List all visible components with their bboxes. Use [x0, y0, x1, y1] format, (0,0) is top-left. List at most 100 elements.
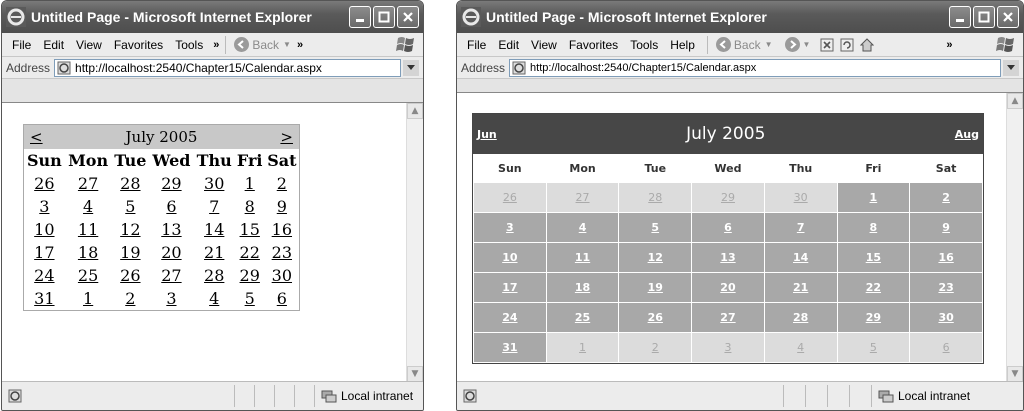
calendar-day-link[interactable]: 1 [65, 287, 112, 310]
calendar-day-link[interactable]: 25 [65, 264, 112, 287]
menu-favorites[interactable]: Favorites [563, 38, 624, 52]
calendar-day-link[interactable]: 21 [764, 273, 837, 302]
calendar-day-link[interactable]: 22 [235, 241, 265, 264]
calendar-day-link[interactable]: 29 [235, 264, 265, 287]
back-dropdown-icon[interactable]: ▼ [283, 40, 291, 49]
calendar-day-link[interactable]: 29 [692, 183, 764, 212]
vertical-scrollbar[interactable]: ▲ ▼ [406, 103, 423, 382]
forward-dropdown-icon[interactable]: ▼ [803, 40, 811, 49]
minimize-button[interactable] [949, 6, 971, 28]
toolbar-overflow-chevron[interactable]: » [946, 39, 952, 51]
calendar-day-link[interactable]: 12 [112, 218, 150, 241]
address-dropdown-button[interactable] [1003, 59, 1019, 76]
close-button[interactable] [397, 6, 419, 28]
calendar-day-link[interactable]: 3 [692, 333, 764, 362]
calendar-day-link[interactable]: 3 [24, 195, 65, 218]
scroll-down-arrow-icon[interactable]: ▼ [1007, 366, 1023, 382]
next-month-link[interactable]: > [280, 128, 293, 146]
calendar-day-link[interactable]: 26 [24, 172, 65, 195]
calendar-day-link[interactable]: 16 [910, 243, 982, 272]
calendar-day-link[interactable]: 25 [546, 303, 619, 332]
title-bar[interactable]: Untitled Page - Microsoft Internet Explo… [2, 1, 423, 33]
calendar-day-link[interactable]: 7 [194, 195, 235, 218]
calendar-day-link[interactable]: 10 [474, 243, 546, 272]
menu-help[interactable]: Help [664, 38, 701, 52]
calendar-day-link[interactable]: 17 [24, 241, 65, 264]
back-dropdown-icon[interactable]: ▼ [765, 40, 773, 49]
calendar-day-link[interactable]: 24 [474, 303, 546, 332]
calendar-day-link[interactable]: 31 [474, 333, 546, 362]
calendar-day-link[interactable]: 11 [546, 243, 619, 272]
calendar-day-link[interactable]: 5 [837, 333, 910, 362]
calendar-day-link[interactable]: 6 [910, 333, 982, 362]
calendar-day-link[interactable]: 27 [65, 172, 112, 195]
menu-edit[interactable]: Edit [37, 38, 70, 52]
calendar-day-link[interactable]: 5 [112, 195, 150, 218]
calendar-day-link[interactable]: 2 [910, 183, 982, 212]
menu-edit[interactable]: Edit [492, 38, 525, 52]
calendar-day-link[interactable]: 17 [474, 273, 546, 302]
calendar-day-link[interactable]: 29 [149, 172, 193, 195]
calendar-day-link[interactable]: 8 [837, 213, 910, 242]
calendar-day-link[interactable]: 21 [194, 241, 235, 264]
calendar-day-link[interactable]: 5 [619, 213, 692, 242]
close-button[interactable] [997, 6, 1019, 28]
menu-file[interactable]: File [461, 38, 492, 52]
calendar-day-link[interactable]: 4 [65, 195, 112, 218]
calendar-day-link[interactable]: 16 [265, 218, 299, 241]
calendar-day-link[interactable]: 9 [265, 195, 299, 218]
prev-month-link[interactable]: Jun [477, 128, 497, 141]
calendar-day-link[interactable]: 12 [619, 243, 692, 272]
calendar-day-link[interactable]: 6 [265, 287, 299, 310]
calendar-day-link[interactable]: 14 [194, 218, 235, 241]
calendar-day-link[interactable]: 26 [619, 303, 692, 332]
back-button[interactable]: Back ▼ [714, 37, 775, 52]
maximize-button[interactable] [373, 6, 395, 28]
scroll-down-arrow-icon[interactable]: ▼ [407, 366, 423, 382]
calendar-day-link[interactable]: 22 [837, 273, 910, 302]
calendar-day-link[interactable]: 28 [619, 183, 692, 212]
calendar-day-link[interactable]: 14 [764, 243, 837, 272]
address-dropdown-button[interactable] [403, 59, 419, 76]
stop-icon[interactable] [820, 38, 834, 52]
calendar-day-link[interactable]: 30 [194, 172, 235, 195]
scroll-up-arrow-icon[interactable]: ▲ [407, 103, 423, 119]
menu-tools[interactable]: Tools [624, 38, 664, 52]
minimize-button[interactable] [349, 6, 371, 28]
calendar-day-link[interactable]: 28 [764, 303, 837, 332]
calendar-day-link[interactable]: 1 [235, 172, 265, 195]
calendar-day-link[interactable]: 28 [194, 264, 235, 287]
calendar-day-link[interactable]: 20 [692, 273, 764, 302]
scroll-up-arrow-icon[interactable]: ▲ [1007, 93, 1023, 109]
calendar-day-link[interactable]: 27 [546, 183, 619, 212]
address-input[interactable]: http://localhost:2540/Chapter15/Calendar… [509, 58, 1001, 77]
calendar-day-link[interactable]: 6 [149, 195, 193, 218]
calendar-day-link[interactable]: 18 [65, 241, 112, 264]
calendar-day-link[interactable]: 26 [474, 183, 546, 212]
calendar-day-link[interactable]: 2 [619, 333, 692, 362]
calendar-day-link[interactable]: 18 [546, 273, 619, 302]
calendar-day-link[interactable]: 2 [112, 287, 150, 310]
next-month-link[interactable]: Aug [955, 128, 979, 141]
toolbar-overflow-chevron[interactable]: » [297, 39, 303, 51]
calendar-day-link[interactable]: 30 [265, 264, 299, 287]
calendar-day-link[interactable]: 5 [235, 287, 265, 310]
menu-favorites[interactable]: Favorites [108, 38, 169, 52]
calendar-day-link[interactable]: 7 [764, 213, 837, 242]
menu-view[interactable]: View [525, 38, 563, 52]
menu-file[interactable]: File [6, 38, 37, 52]
calendar-day-link[interactable]: 9 [910, 213, 982, 242]
calendar-day-link[interactable]: 27 [149, 264, 193, 287]
address-input[interactable]: http://localhost:2540/Chapter15/Calendar… [54, 58, 401, 77]
calendar-day-link[interactable]: 6 [692, 213, 764, 242]
calendar-day-link[interactable]: 4 [546, 213, 619, 242]
calendar-day-link[interactable]: 13 [692, 243, 764, 272]
refresh-icon[interactable] [840, 38, 854, 52]
calendar-day-link[interactable]: 15 [235, 218, 265, 241]
calendar-day-link[interactable]: 19 [619, 273, 692, 302]
forward-button[interactable]: ▼ [783, 37, 813, 52]
calendar-day-link[interactable]: 26 [112, 264, 150, 287]
calendar-day-link[interactable]: 30 [910, 303, 982, 332]
home-icon[interactable] [860, 37, 875, 52]
vertical-scrollbar[interactable]: ▲ ▼ [1006, 93, 1023, 382]
